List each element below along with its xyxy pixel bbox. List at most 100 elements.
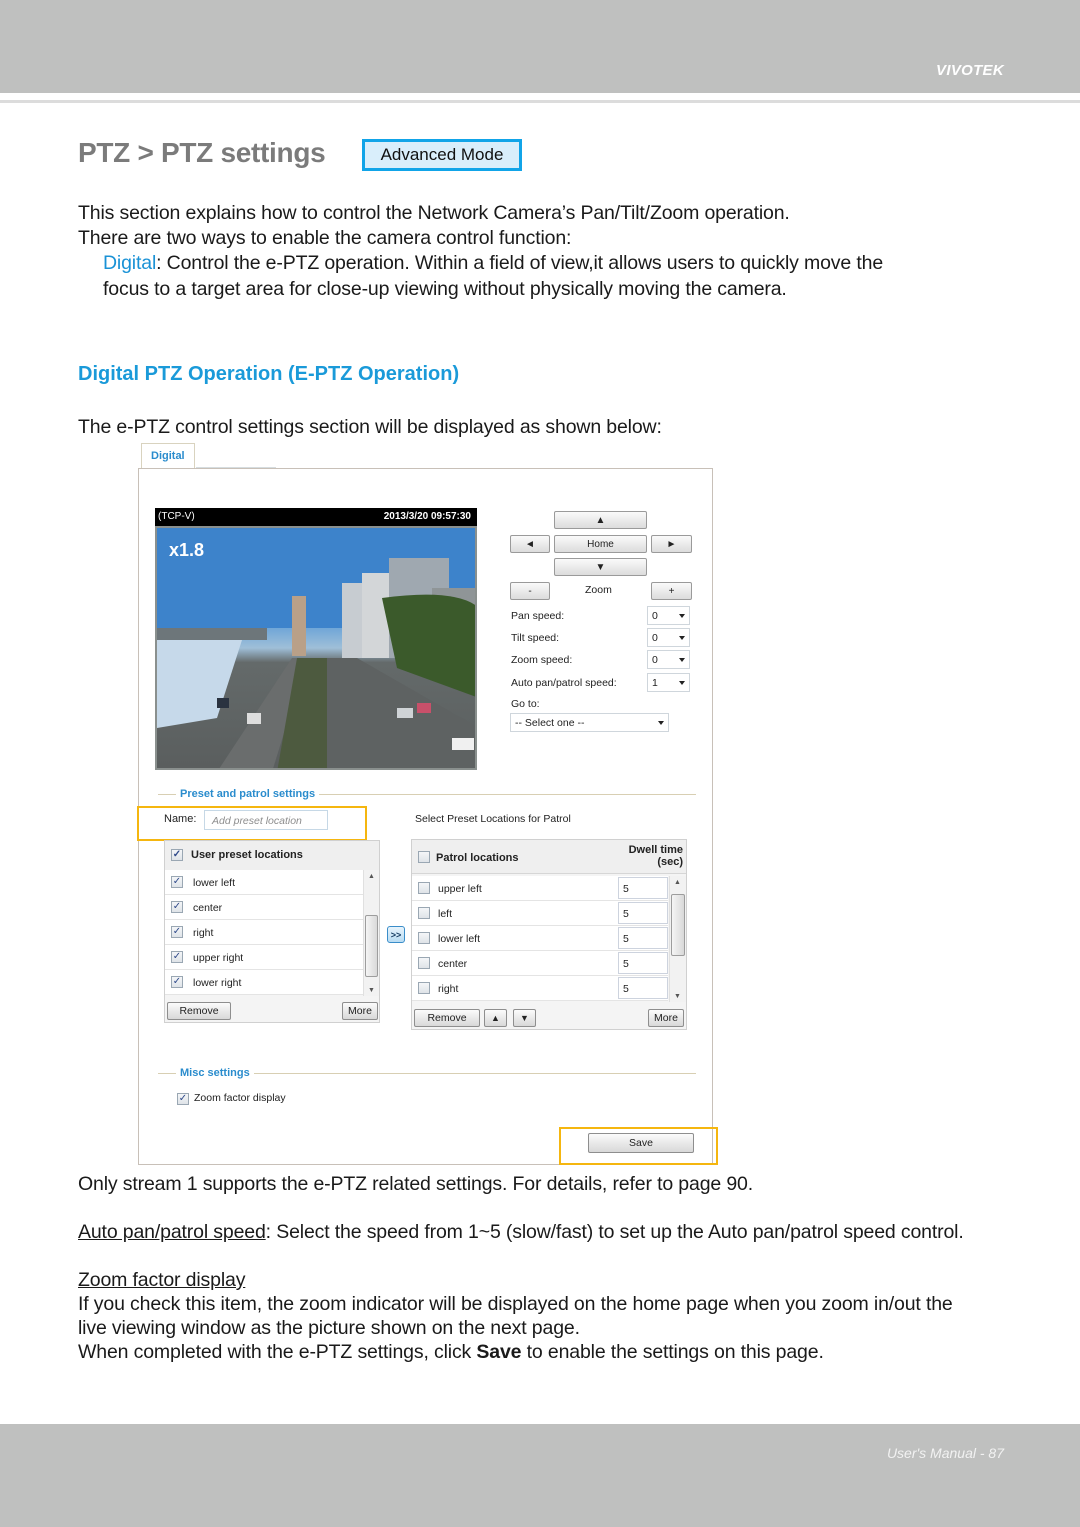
list-item[interactable]: ✓ lower left	[165, 870, 363, 895]
scroll-up-icon[interactable]: ▲	[368, 873, 375, 880]
zoom-speed-label: Zoom speed:	[511, 654, 573, 666]
dwell-input[interactable]: 5	[618, 902, 668, 924]
select-all-patrol-checkbox[interactable]	[418, 851, 430, 863]
item-checkbox[interactable]: ✓	[171, 901, 183, 913]
home-button[interactable]: Home	[554, 535, 647, 553]
remove-preset-button[interactable]: Remove	[167, 1002, 231, 1020]
page-number: User's Manual - 87	[886, 1445, 1004, 1461]
move-down-button[interactable]: ▼	[513, 1009, 536, 1027]
intro-line-1: This section explains how to control the…	[78, 202, 790, 224]
misc-legend: Misc settings	[176, 1067, 254, 1079]
item-checkbox[interactable]	[418, 982, 430, 994]
zoom-label: Zoom	[585, 584, 612, 596]
zoom-display-label: Zoom factor display	[194, 1092, 286, 1104]
goto-select[interactable]: -- Select one --	[510, 713, 669, 732]
chevron-down-icon	[679, 614, 685, 618]
list-item[interactable]: center 5	[412, 951, 668, 976]
auto-speed-term: Auto pan/patrol speed	[78, 1221, 266, 1243]
tilt-speed-value: 0	[652, 632, 658, 644]
item-checkbox[interactable]	[418, 957, 430, 969]
item-checkbox[interactable]: ✓	[171, 951, 183, 963]
list-item[interactable]: ✓ lower right	[165, 970, 363, 995]
pan-speed-label: Pan speed:	[511, 610, 565, 622]
scroll-thumb[interactable]	[671, 894, 685, 956]
item-checkbox[interactable]	[418, 907, 430, 919]
digital-description: Digital: Control the e-PTZ operation. Wi…	[103, 251, 883, 276]
patrol-scrollbar[interactable]: ▲ ▼	[669, 876, 686, 1002]
user-preset-header-label: User preset locations	[191, 849, 303, 861]
save-note: When completed with the e-PTZ settings, …	[78, 1341, 824, 1363]
save-button[interactable]: Save	[588, 1133, 694, 1153]
zoom-factor-indicator: x1.8	[169, 540, 205, 560]
zoom-speed-select[interactable]: 0	[647, 650, 690, 669]
list-item[interactable]: ✓ center	[165, 895, 363, 920]
city-scene-image	[157, 528, 475, 768]
patrol-caption: Select Preset Locations for Patrol	[415, 813, 571, 825]
list-item[interactable]: right 5	[412, 976, 668, 1001]
zoom-display-desc-1: If you check this item, the zoom indicat…	[78, 1293, 953, 1315]
page-title: PTZ > PTZ settings	[78, 137, 326, 168]
digital-term: Digital	[103, 252, 157, 274]
chevron-down-icon	[679, 658, 685, 662]
auto-speed-label: Auto pan/patrol speed:	[511, 677, 617, 689]
list-item[interactable]: upper left 5	[412, 876, 668, 901]
stream-note: Only stream 1 supports the e-PTZ related…	[78, 1173, 754, 1195]
item-checkbox[interactable]	[418, 932, 430, 944]
patrol-header-label: Patrol locations	[436, 852, 519, 864]
video-status-bar: (TCP-V) 2013/3/20 09:57:30	[155, 508, 477, 526]
advanced-mode-badge: Advanced Mode	[362, 139, 522, 171]
preset-legend: Preset and patrol settings	[176, 788, 320, 800]
zoom-speed-value: 0	[652, 654, 658, 666]
list-item[interactable]: ✓ upper right	[165, 945, 363, 970]
video-timestamp: 2013/3/20 09:57:30	[383, 511, 471, 522]
pan-speed-select[interactable]: 0	[647, 606, 690, 625]
dwell-input[interactable]: 5	[618, 927, 668, 949]
preset-name-input[interactable]: Add preset location	[204, 810, 328, 830]
dwell-input[interactable]: 5	[618, 877, 668, 899]
zoom-display-checkbox[interactable]: ✓	[177, 1093, 189, 1105]
scroll-down-icon[interactable]: ▼	[674, 993, 681, 1000]
user-preset-scrollbar[interactable]: ▲ ▼	[363, 870, 379, 996]
auto-speed-note: Auto pan/patrol speed: Select the speed …	[78, 1220, 964, 1245]
zoom-display-desc-2: live viewing window as the picture shown…	[78, 1317, 580, 1339]
scroll-up-icon[interactable]: ▲	[674, 879, 681, 886]
dwell-input[interactable]: 5	[618, 952, 668, 974]
item-checkbox[interactable]: ✓	[171, 926, 183, 938]
dwell-input[interactable]: 5	[618, 977, 668, 999]
digital-desc-1: : Control the e-PTZ operation. Within a …	[156, 252, 884, 274]
pan-right-button[interactable]: ►	[651, 535, 692, 553]
scroll-down-icon[interactable]: ▼	[368, 987, 375, 994]
scroll-thumb[interactable]	[365, 915, 378, 977]
item-checkbox[interactable]: ✓	[171, 976, 183, 988]
list-item[interactable]: lower left 5	[412, 926, 668, 951]
tilt-down-button[interactable]: ▼	[554, 558, 647, 576]
live-video-view[interactable]: x1.8	[155, 526, 477, 770]
item-checkbox[interactable]	[418, 882, 430, 894]
tilt-speed-select[interactable]: 0	[647, 628, 690, 647]
more-patrol-button[interactable]: More	[648, 1009, 684, 1027]
add-to-patrol-button[interactable]: >>	[387, 926, 405, 943]
select-all-presets-checkbox[interactable]: ✓	[171, 849, 183, 861]
patrol-header: Patrol locations Dwell time (sec)	[412, 840, 686, 874]
tab-digital[interactable]: Digital	[141, 443, 195, 468]
zoom-out-button[interactable]: -	[510, 582, 550, 600]
pan-left-button[interactable]: ◄	[510, 535, 550, 553]
auto-speed-select[interactable]: 1	[647, 673, 690, 692]
chevron-down-icon	[679, 636, 685, 640]
user-preset-list: ✓ User preset locations ✓ lower left ✓ cen…	[164, 840, 380, 1023]
remove-patrol-button[interactable]: Remove	[414, 1009, 480, 1027]
list-item[interactable]: ✓ right	[165, 920, 363, 945]
tilt-up-button[interactable]: ▲	[554, 511, 647, 529]
more-presets-button[interactable]: More	[342, 1002, 378, 1020]
zoom-display-term: Zoom factor display	[78, 1269, 246, 1291]
goto-value: -- Select one --	[515, 717, 585, 729]
save-keyword: Save	[476, 1341, 522, 1363]
zoom-in-button[interactable]: +	[651, 582, 692, 600]
goto-label: Go to:	[511, 698, 540, 710]
item-checkbox[interactable]: ✓	[171, 876, 183, 888]
list-item[interactable]: left 5	[412, 901, 668, 926]
digital-desc-2: focus to a target area for close-up view…	[103, 278, 787, 300]
move-up-button[interactable]: ▲	[484, 1009, 507, 1027]
brand-logo: VIVOTEK	[936, 62, 1004, 79]
auto-speed-value: 1	[652, 677, 658, 689]
